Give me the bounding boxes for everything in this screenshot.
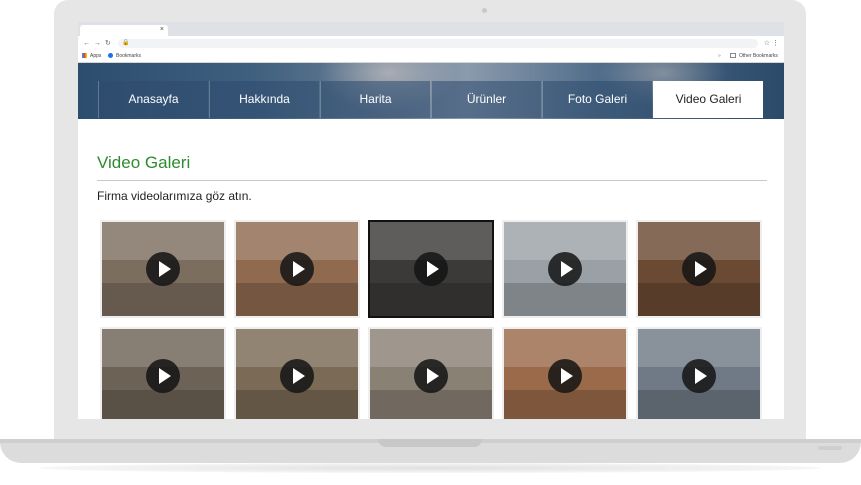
address-bar[interactable]: 🔒 (118, 39, 758, 48)
bookmarks-chevron-icon[interactable]: » (718, 51, 721, 62)
video-thumb[interactable] (234, 327, 360, 419)
close-icon[interactable]: × (160, 24, 164, 35)
laptop-notch (378, 439, 482, 447)
video-thumb[interactable] (502, 220, 628, 318)
play-icon[interactable] (682, 359, 716, 393)
folder-icon (730, 53, 736, 58)
tab-strip: × (78, 22, 784, 36)
nav-item-hakkinda[interactable]: Hakkında (209, 81, 319, 118)
browser-tab[interactable]: × (80, 25, 168, 36)
video-thumb[interactable] (234, 220, 360, 318)
play-icon[interactable] (414, 252, 448, 286)
play-icon[interactable] (548, 359, 582, 393)
bookmark-apps[interactable]: Apps (82, 51, 101, 62)
site-header: Anasayfa Hakkında Harita Ürünler Foto Ga… (78, 63, 784, 119)
camera-dot (482, 8, 487, 13)
main-nav: Anasayfa Hakkında Harita Ürünler Foto Ga… (98, 81, 764, 118)
forward-arrow-icon[interactable]: → (94, 36, 101, 51)
laptop-shadow (40, 463, 821, 473)
screen: × ← → ↻ 🔒 ☆ ⋮ Apps Bookmarks » Other Boo… (78, 22, 784, 419)
reload-icon[interactable]: ↻ (105, 36, 111, 51)
title-divider (97, 180, 767, 181)
laptop-foot (818, 446, 842, 450)
star-icon[interactable]: ☆ (764, 36, 770, 51)
apps-grid-icon (82, 53, 87, 58)
video-thumb[interactable] (368, 220, 494, 318)
browser-toolbar: ← → ↻ 🔒 ☆ ⋮ (78, 36, 784, 52)
menu-dots-icon[interactable]: ⋮ (772, 36, 779, 51)
nav-item-anasayfa[interactable]: Anasayfa (98, 81, 208, 118)
video-thumb[interactable] (100, 220, 226, 318)
lock-icon: 🔒 (122, 40, 130, 46)
video-thumb[interactable] (502, 327, 628, 419)
play-icon[interactable] (414, 359, 448, 393)
play-icon[interactable] (146, 359, 180, 393)
video-thumb[interactable] (636, 220, 762, 318)
nav-item-video-galeri[interactable]: Video Galeri (653, 81, 763, 118)
play-icon[interactable] (280, 252, 314, 286)
back-arrow-icon[interactable]: ← (83, 36, 90, 51)
star-bookmark-icon (108, 53, 113, 58)
play-icon[interactable] (280, 359, 314, 393)
play-icon[interactable] (146, 252, 180, 286)
page-lead: Firma videolarımıza göz atın. (97, 189, 252, 203)
page-title: Video Galeri (97, 153, 191, 172)
nav-item-harita[interactable]: Harita (320, 81, 430, 118)
bookmark-other[interactable]: Other Bookmarks (730, 51, 778, 62)
bookmark-bookmarks[interactable]: Bookmarks (108, 51, 141, 62)
bookmarks-bar: Apps Bookmarks » Other Bookmarks (78, 51, 784, 63)
nav-item-urunler[interactable]: Ürünler (431, 81, 541, 118)
video-thumb[interactable] (636, 327, 762, 419)
video-thumb[interactable] (100, 327, 226, 419)
play-icon[interactable] (548, 252, 582, 286)
video-thumb[interactable] (368, 327, 494, 419)
nav-item-foto-galeri[interactable]: Foto Galeri (542, 81, 652, 118)
play-icon[interactable] (682, 252, 716, 286)
